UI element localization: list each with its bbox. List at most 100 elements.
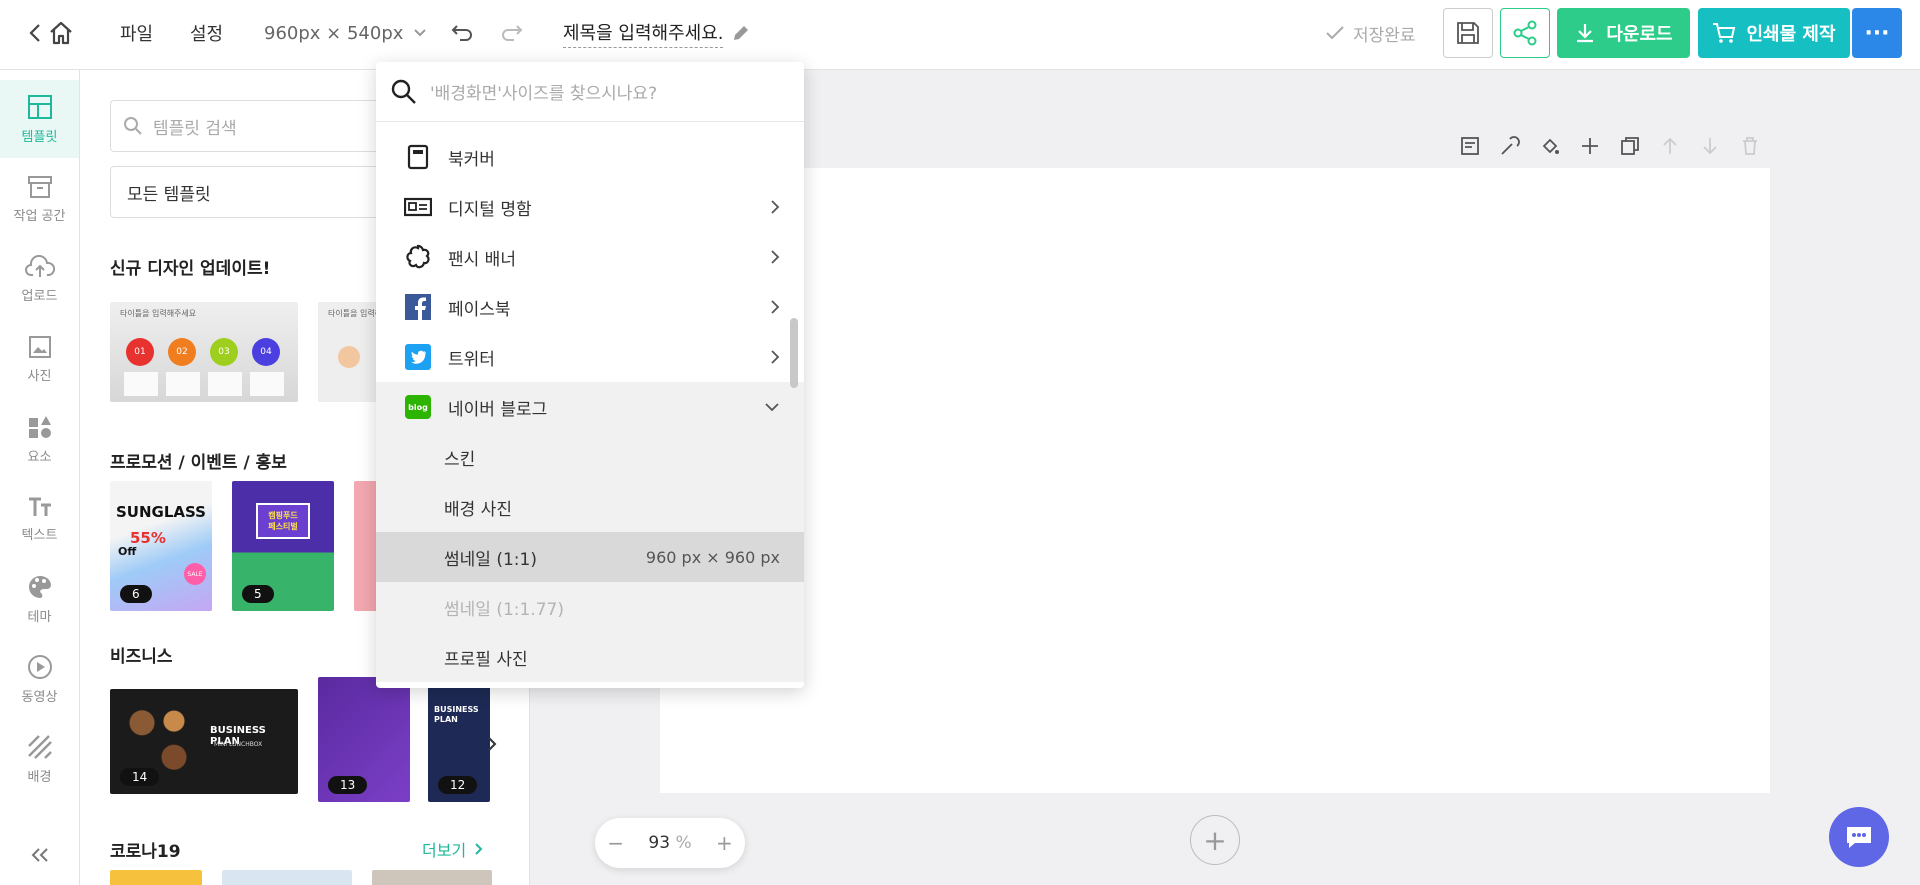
download-button[interactable]: 다운로드 [1557,8,1690,58]
undo-button[interactable] [450,0,474,66]
blog-icon-text: blog [405,395,431,419]
size-category-fancy-banner[interactable]: 팬시 배너 [376,232,804,282]
card-icon [404,193,432,221]
template-thumb[interactable] [372,870,492,885]
rail-label: 템플릿 [21,129,58,145]
left-rail: 템플릿 작업 공간 업로드 사진 요소 텍스트 테마 동영상 배경 [0,70,80,885]
size-category-digital-card[interactable]: 디지털 명함 [376,182,804,232]
search-placeholder: 템플릿 검색 [153,118,237,139]
thumb-badge-line: 캠핑푸드 [268,511,298,520]
chevron-right-icon [771,200,780,214]
rail-item-template[interactable]: 템플릿 [0,80,79,158]
share-button[interactable] [1500,8,1550,58]
rail-label: 업로드 [21,288,58,304]
add-page-button[interactable]: + [1190,815,1240,865]
size-label: 960px × 540px [264,22,404,44]
size-category-facebook[interactable]: 페이스북 [376,282,804,332]
more-link[interactable]: 더보기 [422,837,484,861]
background-icon [27,734,52,759]
print-button[interactable]: 인쇄물 제작 [1698,8,1850,58]
blog-icon: blog [404,393,432,421]
size-category-naver-blog[interactable]: blog 네이버 블로그 [376,382,804,432]
template-thumb[interactable]: SUNGLASS 55% Off SALE 6 [110,481,212,611]
rail-item-photo[interactable]: 사진 [0,320,79,398]
size-selector[interactable]: 960px × 540px [264,0,427,66]
rail-item-upload[interactable]: 업로드 [0,240,79,318]
redo-button[interactable] [500,0,524,66]
size-search-input[interactable]: '배경화면'사이즈를 찾으시나요? [376,62,804,122]
rail-item-text[interactable]: 텍스트 [0,480,79,558]
document-title[interactable]: 제목을 입력해주세요. [563,19,724,48]
size-category-label: 페이스북 [448,299,511,320]
size-option-thumbnail-1-177[interactable]: 썸네일 (1:1.77) [376,582,804,632]
page-count-badge: 13 [328,776,368,794]
check-icon [1326,26,1344,40]
size-category-label: 팬시 배너 [448,249,516,270]
trash-icon[interactable] [1740,136,1760,156]
save-status-label: 저장완료 [1353,25,1416,46]
rail-item-elements[interactable]: 요소 [0,400,79,478]
home-button[interactable] [48,0,74,66]
size-option-background-photo[interactable]: 배경 사진 [376,482,804,532]
page-toolbar [1460,132,1760,160]
template-thumb[interactable]: BUSINESS PLAN MINI LUNCHBOX 14 [110,689,298,794]
paint-bucket-icon[interactable] [1540,136,1560,156]
thumb-headline: SUNGLASS [116,503,206,521]
duplicate-icon[interactable] [1620,136,1640,156]
twitter-icon [404,343,432,371]
rail-item-theme[interactable]: 테마 [0,560,79,638]
thumb-title: 타이틀을 입력해주세요 [120,309,197,318]
book-icon [404,143,432,171]
save-status: 저장완료 [1325,0,1416,66]
photo-icon [28,335,51,358]
back-button[interactable] [28,0,42,66]
size-option-thumbnail-1-1[interactable]: 썸네일 (1:1) 960 px × 960 px [376,532,804,582]
template-thumb[interactable]: 타이틀을 입력해주세요 01 02 03 04 [110,302,298,402]
chat-button[interactable] [1829,807,1889,867]
template-thumb[interactable]: BUSINESS PLAN 12 [428,677,490,802]
template-thumb[interactable]: 13 [318,677,410,802]
settings-menu[interactable]: 설정 [190,0,223,66]
template-thumb[interactable] [222,870,352,885]
size-category-book-cover[interactable]: 북커버 [376,132,804,182]
template-thumb[interactable] [110,870,202,885]
rail-label: 사진 [27,368,52,384]
design-page[interactable] [660,168,1770,793]
title-area[interactable]: 제목을 입력해주세요. [563,0,751,66]
size-option-skin[interactable]: 스킨 [376,432,804,482]
flower-icon [404,243,432,271]
scroll-right-button[interactable] [486,736,498,752]
size-category-label: 북커버 [448,149,495,170]
collapse-panel-button[interactable] [0,830,79,880]
theme-icon [28,575,51,598]
rail-item-background[interactable]: 배경 [0,720,79,798]
more-link-label: 더보기 [422,841,467,860]
text-icon [28,497,51,516]
section-title-business: 비즈니스 [110,647,173,667]
arrow-up-icon[interactable] [1660,136,1680,156]
size-option-profile-photo[interactable]: 프로필 사진 [376,632,804,682]
file-menu[interactable]: 파일 [120,0,153,66]
rail-label: 배경 [27,769,52,785]
zoom-value[interactable]: 93 % [648,833,691,853]
zoom-in-button[interactable]: + [716,831,733,855]
zoom-unit: % [675,833,692,853]
template-icon [27,94,52,119]
size-option-label: 스킨 [444,449,476,470]
save-button[interactable] [1443,8,1493,58]
thumb-badge: 캠핑푸드 페스티벌 [256,503,310,539]
size-option-dimensions: 960 px × 960 px [645,547,780,567]
dropdown-scrollbar[interactable] [790,318,798,388]
rail-item-video[interactable]: 동영상 [0,640,79,718]
size-option-label: 썸네일 (1:1) [444,549,537,570]
zoom-out-button[interactable]: − [607,831,624,855]
plus-icon[interactable] [1580,136,1600,156]
template-thumb[interactable]: 캠핑푸드 페스티벌 5 [232,481,334,611]
memo-icon[interactable] [1460,136,1480,156]
more-button[interactable]: ··· [1852,8,1902,58]
arrow-down-icon[interactable] [1700,136,1720,156]
chevron-left-icon [29,24,40,42]
size-category-twitter[interactable]: 트위터 [376,332,804,382]
rail-item-workspace[interactable]: 작업 공간 [0,160,79,238]
magic-wand-icon[interactable] [1500,136,1520,156]
